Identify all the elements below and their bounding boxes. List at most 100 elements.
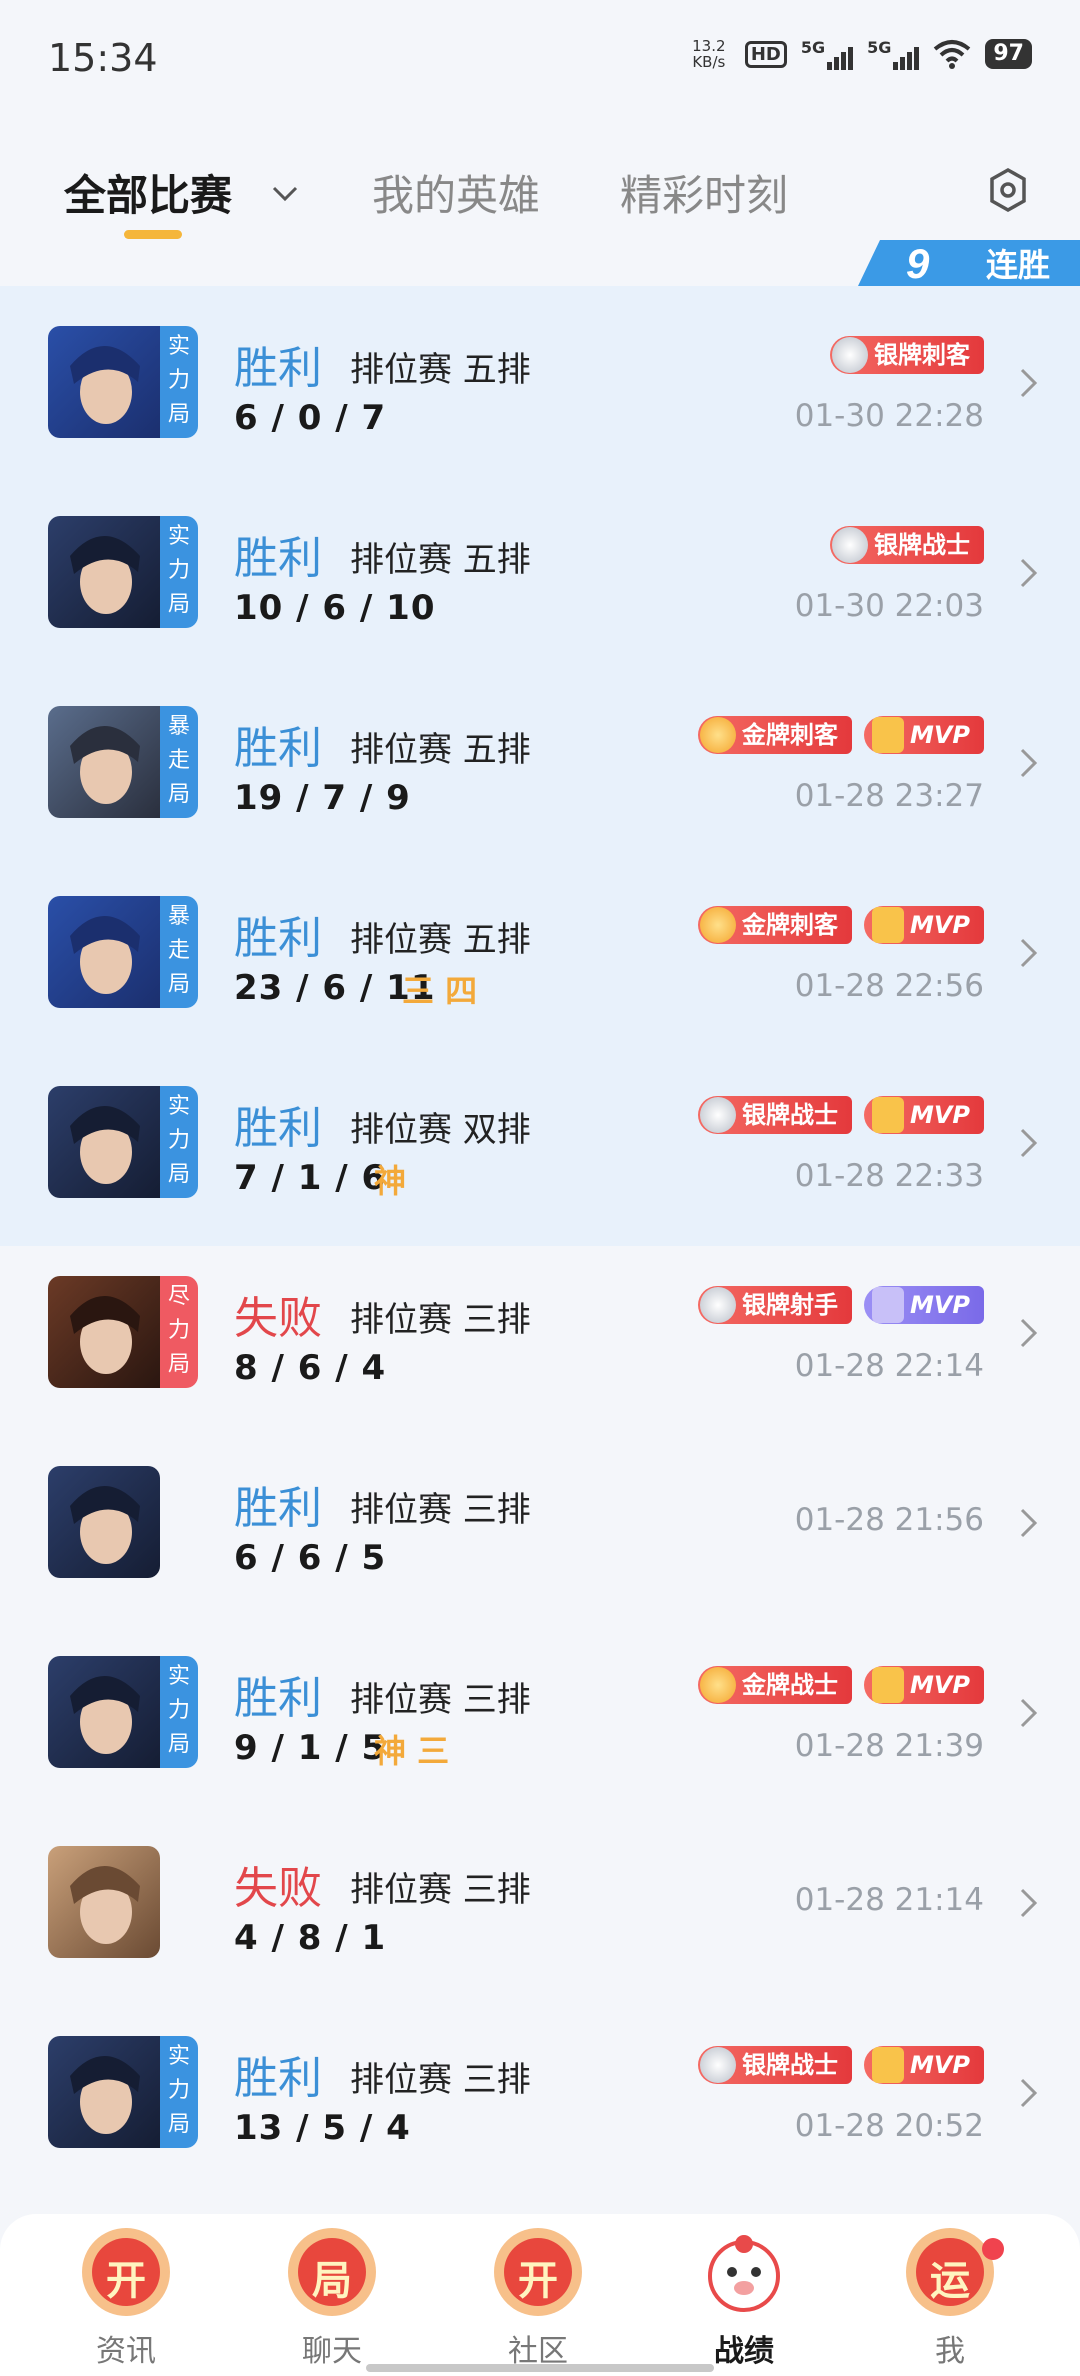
tag-char: 力 [167,1128,190,1153]
hero-avatar: 实力局 [48,1086,198,1198]
hero-portrait-icon [48,1086,160,1198]
match-result: 胜利 [234,723,322,774]
nav-item-1[interactable]: 局聊天 [262,2224,402,2370]
nav-item-4[interactable]: 运我 [880,2224,1020,2370]
match-mode: 排位赛 双排 [350,1110,531,1150]
medal-icon [699,1287,736,1323]
match-rating-tag: 暴走局 [160,896,198,1008]
match-time: 01-30 22:28 [794,398,984,434]
trophy-icon [871,1287,904,1323]
wifi-icon [934,40,971,69]
hero-portrait-icon [48,1846,160,1958]
chevron-right-icon[interactable] [1018,1506,1040,1540]
match-rating-tag: 实力局 [160,516,198,628]
nav-item-3[interactable]: 战绩 [674,2224,814,2370]
match-mode: 排位赛 五排 [350,730,531,770]
chevron-right-icon[interactable] [1018,1126,1040,1160]
match-mode: 排位赛 三排 [350,2060,531,2100]
chevron-right-icon[interactable] [1018,746,1040,780]
match-rating-tag: 实力局 [160,1086,198,1198]
match-row[interactable]: 实力局胜利 排位赛 五排 6 / 0 / 7 01-30 22:28 银牌刺客 [0,286,1080,478]
hero-avatar [48,1466,160,1578]
tag-char: 走 [167,938,190,963]
match-row[interactable]: 失败 排位赛 三排 4 / 8 / 1 01-28 21:14 [0,1806,1080,1998]
medal-badge: 金牌刺客 [697,906,852,944]
streak-label: 连胜 [986,246,1050,284]
trophy-icon [871,717,904,753]
mvp-badge: MVP [863,1286,984,1324]
match-row[interactable]: 暴走局胜利 排位赛 五排 23 / 6 / 11 三 四 01-28 22:56 金牌刺客… [0,856,1080,1048]
match-badges: 金牌刺客 MVP [697,716,984,754]
match-rating-tag: 实力局 [160,1656,198,1768]
match-kda: 4 / 8 / 1 [234,1918,387,1958]
trophy-icon [871,1667,904,1703]
badge-text: 银牌战士 [741,1101,838,1129]
badge-text: MVP [909,1671,970,1699]
net-label-2: 5G [867,38,892,57]
nav-item-0[interactable]: 开资讯 [56,2224,196,2370]
match-badges: 金牌战士 MVP [697,1666,984,1704]
speed-unit: KB/s [692,53,726,71]
hero-avatar: 实力局 [48,2036,198,2148]
tag-char: 局 [167,1732,190,1757]
chevron-right-icon[interactable] [1018,366,1040,400]
trophy-icon [871,2047,904,2083]
match-row[interactable]: 暴走局胜利 排位赛 五排 19 / 7 / 9 01-28 23:27 金牌刺客 MVP [0,666,1080,858]
match-kda: 13 / 5 / 4 [234,2108,411,2148]
tag-char: 实 [167,1664,190,1689]
tab-all-matches[interactable]: 全部比赛 [64,162,232,223]
match-badges: 银牌战士 MVP [697,2046,984,2084]
badge-text: 银牌战士 [874,531,970,559]
tag-char: 力 [167,368,190,393]
match-rating-tag: 实力局 [160,326,198,438]
nav-icon-text: 局 [312,2258,352,2304]
chevron-down-icon[interactable] [268,176,302,210]
trophy-icon [871,1097,904,1133]
tab-my-heroes[interactable]: 我的英雄 [372,162,540,223]
nav-icon-text: 开 [106,2258,146,2304]
tag-char: 实 [167,524,190,549]
mascot-icon [696,2224,792,2320]
hero-portrait-icon [48,1276,160,1388]
speed-value: 13.2 [692,37,726,55]
badge-text: 金牌刺客 [741,721,838,749]
lantern-icon: 运 [902,2224,998,2320]
network-speed: 13.2 KB/s [687,38,731,70]
hero-portrait-icon [48,706,160,818]
match-row[interactable]: 胜利 排位赛 三排 6 / 6 / 5 01-28 21:56 [0,1426,1080,1618]
chevron-right-icon[interactable] [1018,556,1040,590]
nav-item-2[interactable]: 开社区 [468,2224,608,2370]
match-row[interactable]: 尽力局失败 排位赛 三排 8 / 6 / 4 01-28 22:14 银牌射手 MVP [0,1236,1080,1428]
match-row[interactable]: 实力局胜利 排位赛 五排 10 / 6 / 10 01-30 22:03 银牌战士 [0,476,1080,668]
badge-text: MVP [909,1101,970,1129]
hero-avatar: 暴走局 [48,896,198,1008]
mvp-badge: MVP [863,2046,984,2084]
chevron-right-icon[interactable] [1018,936,1040,970]
chevron-right-icon[interactable] [1018,1696,1040,1730]
hero-portrait-icon [48,896,160,1008]
tag-char: 尽 [167,1284,190,1309]
match-row[interactable]: 实力局胜利 排位赛 三排 9 / 1 / 5神 三 01-28 21:39 金牌战士 MV… [0,1616,1080,1808]
badge-text: 银牌战士 [741,2051,838,2079]
chevron-right-icon[interactable] [1018,1316,1040,1350]
badge-text: MVP [909,721,970,749]
tag-char: 局 [167,2112,190,2137]
chevron-right-icon[interactable] [1018,2076,1040,2110]
match-badges: 银牌战士 [830,526,984,564]
match-achievement: 神 [374,1162,407,1200]
medal-icon [699,717,736,753]
match-result: 失败 [234,1293,322,1344]
tab-highlights[interactable]: 精彩时刻 [620,162,788,223]
match-time: 01-28 22:56 [794,968,984,1004]
match-kda: 8 / 6 / 4 [234,1348,387,1388]
settings-icon[interactable] [986,166,1030,214]
match-row[interactable]: 实力局胜利 排位赛 双排 7 / 1 / 6 神 01-28 22:33 银牌战士 MVP [0,1046,1080,1238]
match-result: 胜利 [234,1103,322,1154]
chevron-right-icon[interactable] [1018,1886,1040,1920]
badge-text: MVP [909,2051,970,2079]
medal-badge: 银牌射手 [697,1286,852,1324]
tag-char: 局 [167,1162,190,1187]
match-mode: 排位赛 三排 [350,1300,531,1340]
net-label-1: 5G [800,38,826,57]
match-row[interactable]: 实力局胜利 排位赛 三排 13 / 5 / 4 01-28 20:52 银牌战士 MVP [0,1996,1080,2188]
